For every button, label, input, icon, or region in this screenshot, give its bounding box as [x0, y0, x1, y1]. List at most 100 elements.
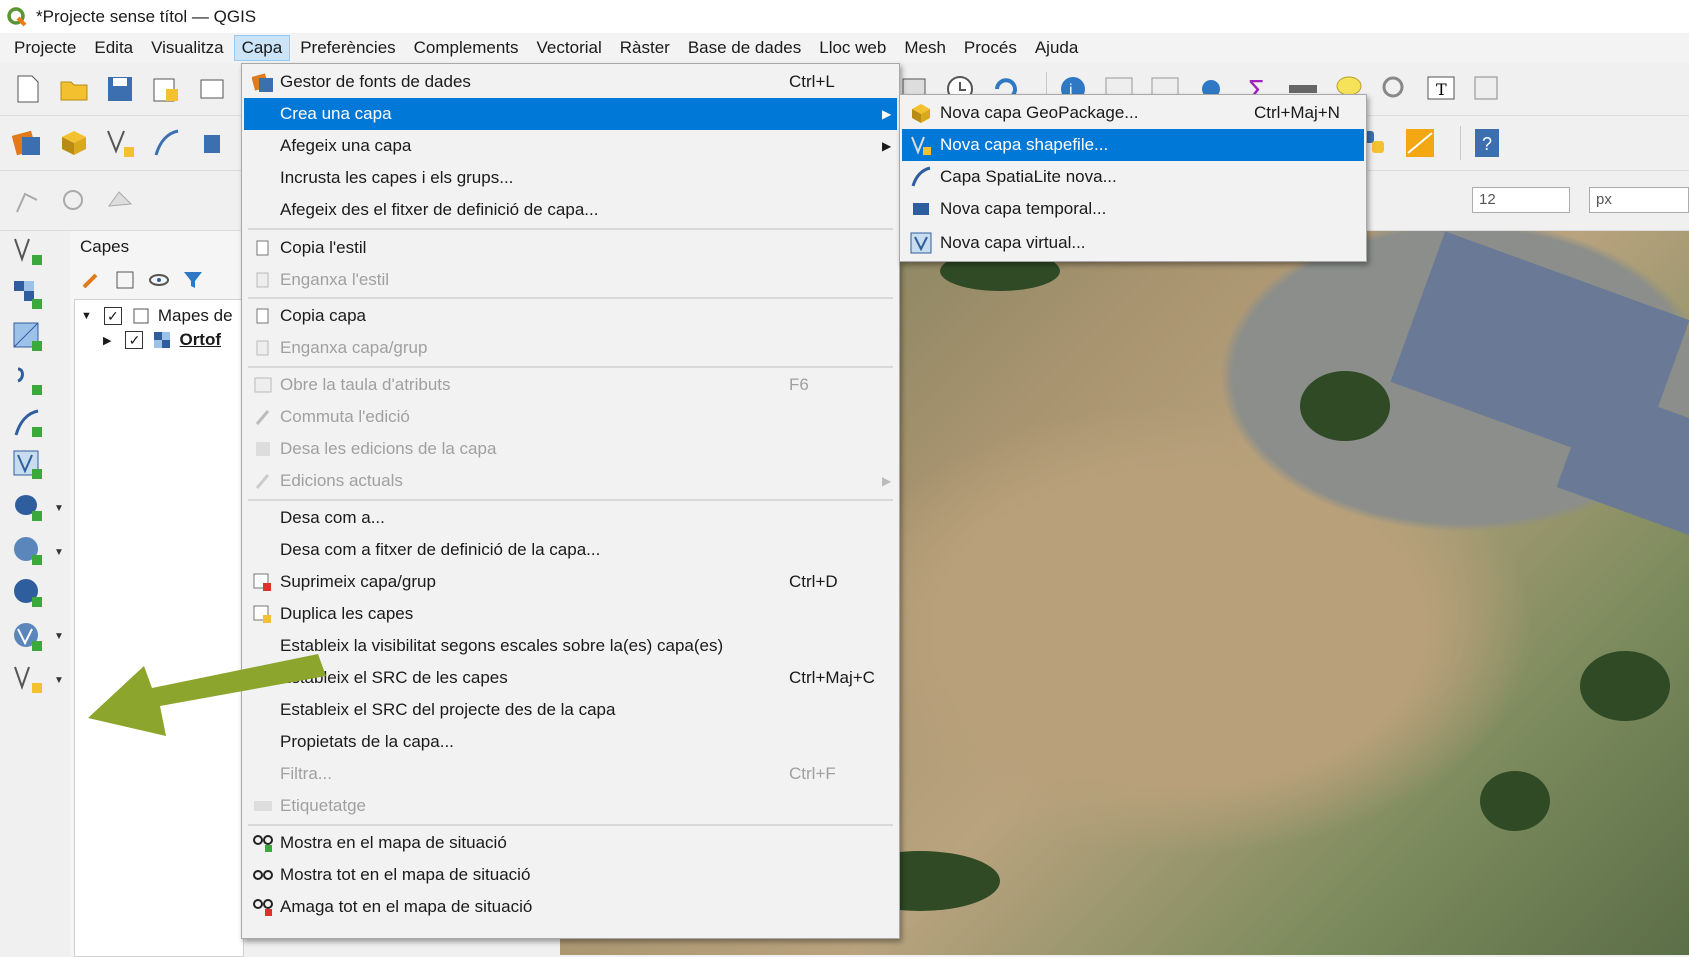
- menu-item-afegeix-definicio[interactable]: Afegeix des el fitxer de definició de ca…: [244, 194, 897, 226]
- menu-item-gestor-fonts[interactable]: Gestor de fonts de dades Ctrl+L: [244, 66, 897, 98]
- menu-base-de-dades[interactable]: Base de dades: [680, 35, 809, 61]
- attribute-table-icon: [252, 374, 274, 396]
- menu-item-src-projecte[interactable]: Estableix el SRC del projecte des de la …: [244, 694, 897, 726]
- layer-group-row[interactable]: ▼ ✓ Mapes de: [81, 306, 233, 326]
- menu-item-copia-estil[interactable]: Copia l'estil: [244, 232, 897, 264]
- menu-capa[interactable]: Capa: [233, 35, 291, 61]
- menu-item-label: Obre la taula d'atributs: [280, 375, 451, 394]
- layer-row[interactable]: ▶ ✓ Ortof: [103, 330, 221, 350]
- visibility-eye-icon[interactable]: [148, 269, 170, 291]
- print-layout-icon[interactable]: [196, 73, 228, 105]
- add-group-icon[interactable]: [114, 269, 136, 291]
- open-project-icon[interactable]: [58, 73, 90, 105]
- submenu-item-virtual[interactable]: Nova capa virtual...: [902, 227, 1364, 259]
- chevron-down-icon[interactable]: ▼: [54, 675, 64, 686]
- layer-checkbox[interactable]: ✓: [125, 331, 144, 349]
- tolerance-spinbox[interactable]: 12: [1472, 187, 1570, 213]
- digitize-disabled-icon[interactable]: [12, 185, 44, 217]
- layers-panel-toolbar: [80, 269, 204, 291]
- submenu-item-label: Nova capa shapefile...: [940, 135, 1109, 154]
- menu-preferencies[interactable]: Preferències: [292, 35, 403, 61]
- new-layer-icon[interactable]: [10, 661, 46, 697]
- annotation-arrow-icon: [88, 654, 326, 736]
- menu-item-edicions-actuals: Edicions actuals ▶: [244, 465, 897, 497]
- chevron-down-icon[interactable]: ▼: [54, 547, 64, 558]
- menu-complements[interactable]: Complements: [406, 35, 527, 61]
- geopackage-toolbar-icon[interactable]: [58, 127, 90, 159]
- text-annotation-icon[interactable]: T: [1425, 73, 1457, 105]
- menu-item-mostra-tot-situacio[interactable]: Mostra tot en el mapa de situació: [244, 859, 897, 891]
- qgis-logo-icon: [7, 6, 27, 26]
- menu-item-visibilitat-escales[interactable]: Estableix la visibilitat segons escales …: [244, 630, 897, 662]
- filter-funnel-icon[interactable]: [182, 269, 204, 291]
- menu-item-amaga-tot-situacio[interactable]: Amaga tot en el mapa de situació: [244, 891, 897, 923]
- zoom-select-icon[interactable]: [1379, 73, 1411, 105]
- menu-vectorial[interactable]: Vectorial: [529, 35, 610, 61]
- add-virtual-layer-icon[interactable]: [10, 447, 46, 483]
- plugin-chart-icon[interactable]: [1404, 127, 1436, 159]
- style-brush-icon[interactable]: [80, 269, 102, 291]
- save-as-icon[interactable]: [150, 73, 182, 105]
- menu-lloc-web[interactable]: Lloc web: [811, 35, 894, 61]
- submenu-item-temporal[interactable]: Nova capa temporal...: [902, 193, 1364, 225]
- menu-item-label: Amaga tot en el mapa de situació: [280, 897, 533, 916]
- vertex-tool-disabled-icon[interactable]: [58, 185, 90, 217]
- remove-layer-icon: [252, 571, 274, 593]
- add-wms-icon[interactable]: [10, 533, 46, 569]
- add-spatialite-icon[interactable]: [10, 405, 46, 441]
- add-mesh-layer-icon[interactable]: [10, 319, 46, 355]
- menu-item-suprimeix[interactable]: Suprimeix capa/grup Ctrl+D: [244, 566, 897, 598]
- menu-item-src-capes[interactable]: Estableix el SRC de les capes Ctrl+Maj+C: [244, 662, 897, 694]
- map-tree: [1300, 371, 1390, 441]
- menu-item-label: Incrusta les capes i els grups...: [280, 168, 514, 187]
- menu-ajuda[interactable]: Ajuda: [1027, 35, 1086, 61]
- menu-item-incrusta[interactable]: Incrusta les capes i els grups...: [244, 162, 897, 194]
- menu-item-etiquetatge: Etiquetatge: [244, 790, 897, 822]
- toolbar-separator: [1460, 126, 1461, 160]
- menu-item-label: Afegeix des el fitxer de definició de ca…: [280, 200, 599, 219]
- submenu-item-spatialite[interactable]: Capa SpatiaLite nova...: [902, 161, 1364, 193]
- menu-item-desa-definicio[interactable]: Desa com a fitxer de definició de la cap…: [244, 534, 897, 566]
- menu-item-crea-capa[interactable]: Crea una capa ▶: [244, 98, 897, 130]
- add-vector-layer-icon[interactable]: [10, 233, 46, 269]
- chevron-down-icon[interactable]: ▼: [54, 503, 64, 514]
- submenu-item-label: Nova capa temporal...: [940, 199, 1107, 218]
- new-project-icon[interactable]: [12, 73, 44, 105]
- menu-item-propietats[interactable]: Propietats de la capa...: [244, 726, 897, 758]
- menu-item-label: Copia capa: [280, 306, 367, 325]
- chevron-right-icon: ▶: [882, 139, 892, 153]
- menu-item-copia-capa[interactable]: Copia capa: [244, 300, 897, 332]
- chevron-down-icon[interactable]: ▼: [54, 631, 64, 642]
- spatialite-icon[interactable]: [150, 127, 182, 159]
- menu-item-label: Estableix el SRC del projecte des de la …: [280, 700, 616, 719]
- temporary-layer-icon[interactable]: [196, 127, 228, 159]
- add-postgis-icon[interactable]: [10, 489, 46, 525]
- add-wfs-icon[interactable]: [10, 619, 46, 655]
- menu-edita[interactable]: Edita: [86, 35, 141, 61]
- select-features-icon[interactable]: [1471, 73, 1503, 105]
- menu-item-mostra-situacio[interactable]: Mostra en el mapa de situació: [244, 827, 897, 859]
- submenu-item-shapefile[interactable]: Nova capa shapefile...: [902, 129, 1364, 161]
- menu-item-duplica[interactable]: Duplica les capes: [244, 598, 897, 630]
- submenu-item-geopackage[interactable]: Nova capa GeoPackage... Ctrl+Maj+N: [902, 97, 1364, 129]
- polygon-disabled-icon[interactable]: [104, 185, 136, 217]
- add-delimited-text-icon[interactable]: [10, 363, 46, 399]
- save-project-icon[interactable]: [104, 73, 136, 105]
- unit-select[interactable]: px: [1589, 187, 1689, 213]
- add-raster-layer-icon[interactable]: [10, 277, 46, 313]
- menu-item-desa-com[interactable]: Desa com a...: [244, 502, 897, 534]
- chevron-down-icon[interactable]: ▼: [81, 310, 92, 322]
- new-shapefile-icon[interactable]: [104, 127, 136, 159]
- menu-item-label: Etiquetatge: [280, 796, 367, 815]
- help-icon[interactable]: ?: [1471, 127, 1503, 159]
- menu-proces[interactable]: Procés: [956, 35, 1025, 61]
- group-checkbox[interactable]: ✓: [103, 307, 122, 325]
- add-wcs-icon[interactable]: [10, 575, 46, 611]
- menu-visualitza[interactable]: Visualitza: [143, 35, 231, 61]
- menu-raster[interactable]: Ràster: [612, 35, 678, 61]
- data-source-manager-icon[interactable]: [12, 127, 44, 159]
- menu-projecte[interactable]: Projecte: [6, 35, 84, 61]
- chevron-right-icon[interactable]: ▶: [103, 334, 111, 347]
- menu-item-afegeix-capa[interactable]: Afegeix una capa ▶: [244, 130, 897, 162]
- menu-mesh[interactable]: Mesh: [896, 35, 954, 61]
